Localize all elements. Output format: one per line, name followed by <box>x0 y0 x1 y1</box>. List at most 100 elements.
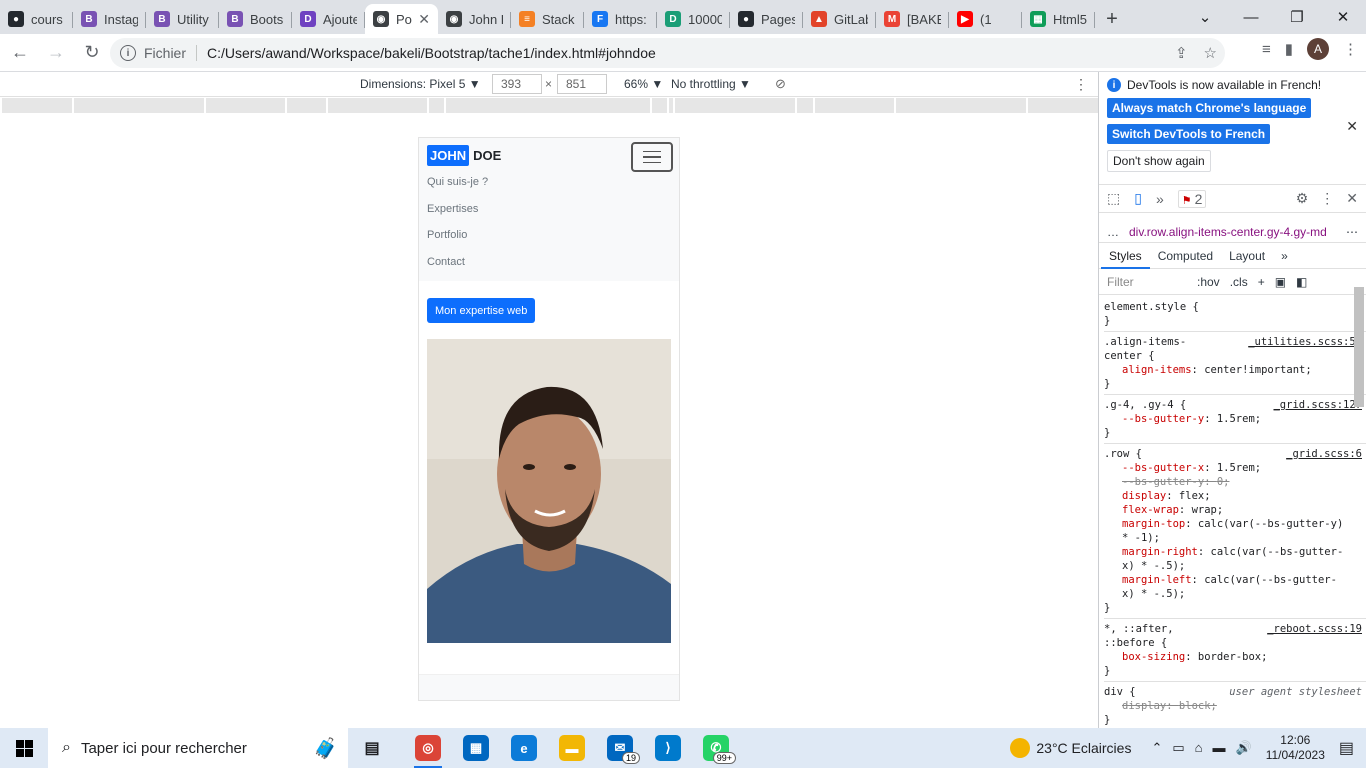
close-window-button[interactable]: ✕ <box>1320 8 1366 26</box>
css-property-name[interactable]: --bs-gutter-y <box>1122 413 1204 425</box>
css-selector[interactable]: element.style { <box>1104 300 1348 314</box>
css-source-link[interactable]: _grid.scss:127 <box>1273 398 1362 412</box>
mail-icon[interactable]: ✉ 19 <box>596 728 644 768</box>
css-property-name[interactable]: flex-wrap <box>1122 504 1179 516</box>
nav-link-expertises[interactable]: Expertises <box>427 203 671 230</box>
store-icon[interactable]: ▦ <box>452 728 500 768</box>
css-property-value[interactable]: center!important; <box>1204 364 1311 376</box>
css-source-link[interactable]: _utilities.scss:52 <box>1248 335 1362 349</box>
browser-tab[interactable]: ▶ (1 <box>949 4 1022 34</box>
css-property-name[interactable]: display <box>1122 490 1166 502</box>
browser-tab[interactable]: M [BAKE <box>876 4 949 34</box>
dont-show-again-button[interactable]: Don't show again <box>1107 150 1211 172</box>
browser-tab[interactable]: B Boots <box>219 4 292 34</box>
browser-tab[interactable]: D 10000 <box>657 4 730 34</box>
css-property-value[interactable]: 1.5rem; <box>1217 462 1261 474</box>
inspect-icon[interactable]: ⬚ <box>1107 190 1120 207</box>
css-rule[interactable]: *, ::after, ::before {_reboot.scss:19 box… <box>1104 619 1366 682</box>
tab-styles[interactable]: Styles <box>1101 243 1150 269</box>
chevron-up-icon[interactable]: ⌃ <box>1151 740 1162 756</box>
zoom-select[interactable]: 66% ▼ <box>624 77 663 91</box>
css-property-name[interactable]: --bs-gutter-x <box>1122 462 1204 474</box>
match-language-button[interactable]: Always match Chrome's language <box>1107 98 1312 118</box>
edge-icon[interactable]: e <box>500 728 548 768</box>
notification-icon[interactable]: ▤ <box>1339 738 1354 758</box>
css-property-name[interactable]: margin-right <box>1122 546 1198 558</box>
css-property-name[interactable]: display <box>1122 700 1166 712</box>
device-more-icon[interactable]: ⋮ <box>1074 76 1088 93</box>
back-button[interactable]: ← <box>4 37 36 69</box>
tab-layout[interactable]: Layout <box>1221 243 1273 269</box>
profile-avatar[interactable]: A <box>1307 38 1329 60</box>
close-devtools-icon[interactable]: ✕ <box>1346 190 1358 207</box>
browser-tab[interactable]: ● Pages <box>730 4 803 34</box>
css-property-value[interactable]: 0; <box>1217 476 1230 488</box>
whatsapp-icon[interactable]: ✆ 99+ <box>692 728 740 768</box>
navbar-toggler-button[interactable] <box>631 142 673 172</box>
browser-tab[interactable]: B Utility <box>146 4 219 34</box>
vscode-icon[interactable]: ⟩ <box>644 728 692 768</box>
css-property-name[interactable]: align-items <box>1122 364 1192 376</box>
css-property[interactable]: flex-wrap: wrap; <box>1104 503 1348 517</box>
minimize-button[interactable]: — <box>1228 9 1274 26</box>
css-property[interactable]: margin-left: calc(var(--bs-gutter-x) * -… <box>1104 573 1348 601</box>
breadcrumb-more[interactable]: … <box>1107 225 1119 239</box>
tab-computed[interactable]: Computed <box>1150 243 1221 269</box>
restore-button[interactable]: ❐ <box>1274 8 1320 26</box>
css-property[interactable]: display: flex; <box>1104 489 1348 503</box>
reload-button[interactable]: ↻ <box>76 37 108 69</box>
browser-tab[interactable]: Fhttps: <box>584 4 657 34</box>
styles-filter-input[interactable]: Filter <box>1107 275 1187 289</box>
share-icon[interactable]: ⇪ <box>1175 44 1188 62</box>
nav-link-portfolio[interactable]: Portfolio <box>427 229 671 256</box>
device-height-input[interactable]: 851 <box>557 74 607 94</box>
start-button[interactable] <box>0 728 48 768</box>
reading-list-icon[interactable]: ≡ <box>1262 41 1271 58</box>
throttling-select[interactable]: No throttling ▼ <box>671 77 751 91</box>
switch-french-button[interactable]: Switch DevTools to French <box>1107 124 1271 144</box>
network-icon[interactable]: ⌂ <box>1195 740 1203 756</box>
breadcrumb-element[interactable]: div.row.align-items-center.gy-4.gy-md <box>1129 225 1327 239</box>
issues-badge[interactable]: ⚑ 2 <box>1177 189 1207 208</box>
folder-icon[interactable]: ▬ <box>548 728 596 768</box>
css-property[interactable]: --bs-gutter-x: 1.5rem; <box>1104 461 1348 475</box>
task-view-icon[interactable]: ▤ <box>348 728 396 768</box>
more-tabs-icon[interactable]: » <box>1156 191 1164 207</box>
new-rule-icon[interactable]: + <box>1258 275 1265 289</box>
css-rule[interactable]: .row {_grid.scss:6 --bs-gutter-x: 1.5rem;… <box>1104 444 1366 619</box>
browser-tab[interactable]: ▦ Html5 <box>1022 4 1095 34</box>
expertise-button[interactable]: Mon expertise web <box>427 298 536 323</box>
css-rule[interactable]: .g-4, .gy-4 {_grid.scss:127 --bs-gutter-y… <box>1104 395 1366 444</box>
paint-icon[interactable]: ▣ <box>1275 275 1286 289</box>
breadcrumb[interactable]: … div.row.align-items-center.gy-4.gy-md … <box>1099 221 1366 243</box>
css-property-value[interactable]: wrap; <box>1192 504 1224 516</box>
clock[interactable]: 12:06 11/04/2023 <box>1266 733 1325 763</box>
bookmark-star-icon[interactable]: ☆ <box>1204 44 1217 62</box>
css-property[interactable]: margin-top: calc(var(--bs-gutter-y) * -1… <box>1104 517 1348 545</box>
css-property-name[interactable]: --bs-gutter-y <box>1122 476 1204 488</box>
sidebar-toggle-icon[interactable]: ◧ <box>1296 275 1307 289</box>
device-icon[interactable]: ▭ <box>1172 740 1184 756</box>
hov-toggle[interactable]: :hov <box>1197 275 1220 289</box>
css-property[interactable]: margin-right: calc(var(--bs-gutter-x) * … <box>1104 545 1348 573</box>
device-dimensions-select[interactable]: Dimensions: Pixel 5 ▼ <box>360 77 481 91</box>
rotate-icon[interactable]: ⊘ <box>775 76 786 92</box>
nav-link-contact[interactable]: Contact <box>427 256 671 283</box>
css-property-value[interactable]: flex; <box>1179 490 1211 502</box>
address-bar[interactable]: i Fichier C:/Users/awand/Workspace/bakel… <box>110 38 1225 68</box>
css-property[interactable]: box-sizing: border-box; <box>1104 650 1348 664</box>
customize-icon[interactable]: ⋮ <box>1320 190 1334 207</box>
device-width-input[interactable]: 393 <box>492 74 542 94</box>
menu-icon[interactable]: ⋮ <box>1343 40 1358 58</box>
browser-tab[interactable]: ≡ Stack <box>511 4 584 34</box>
css-property-value[interactable]: 1.5rem; <box>1217 413 1261 425</box>
styles-scrollbar[interactable] <box>1354 287 1364 407</box>
css-rule[interactable]: element.style {} <box>1104 297 1366 332</box>
browser-tab[interactable]: ◉ John D <box>438 4 511 34</box>
css-property-value[interactable]: block; <box>1179 700 1217 712</box>
taskbar-search[interactable]: ⌕ Taper ici pour rechercher 🧳 <box>48 728 348 768</box>
tab-search-button[interactable]: ⌄ <box>1182 8 1228 26</box>
css-property-value[interactable]: border-box; <box>1198 651 1268 663</box>
css-property[interactable]: --bs-gutter-y: 1.5rem; <box>1104 412 1348 426</box>
css-property[interactable]: --bs-gutter-y: 0; <box>1104 475 1348 489</box>
